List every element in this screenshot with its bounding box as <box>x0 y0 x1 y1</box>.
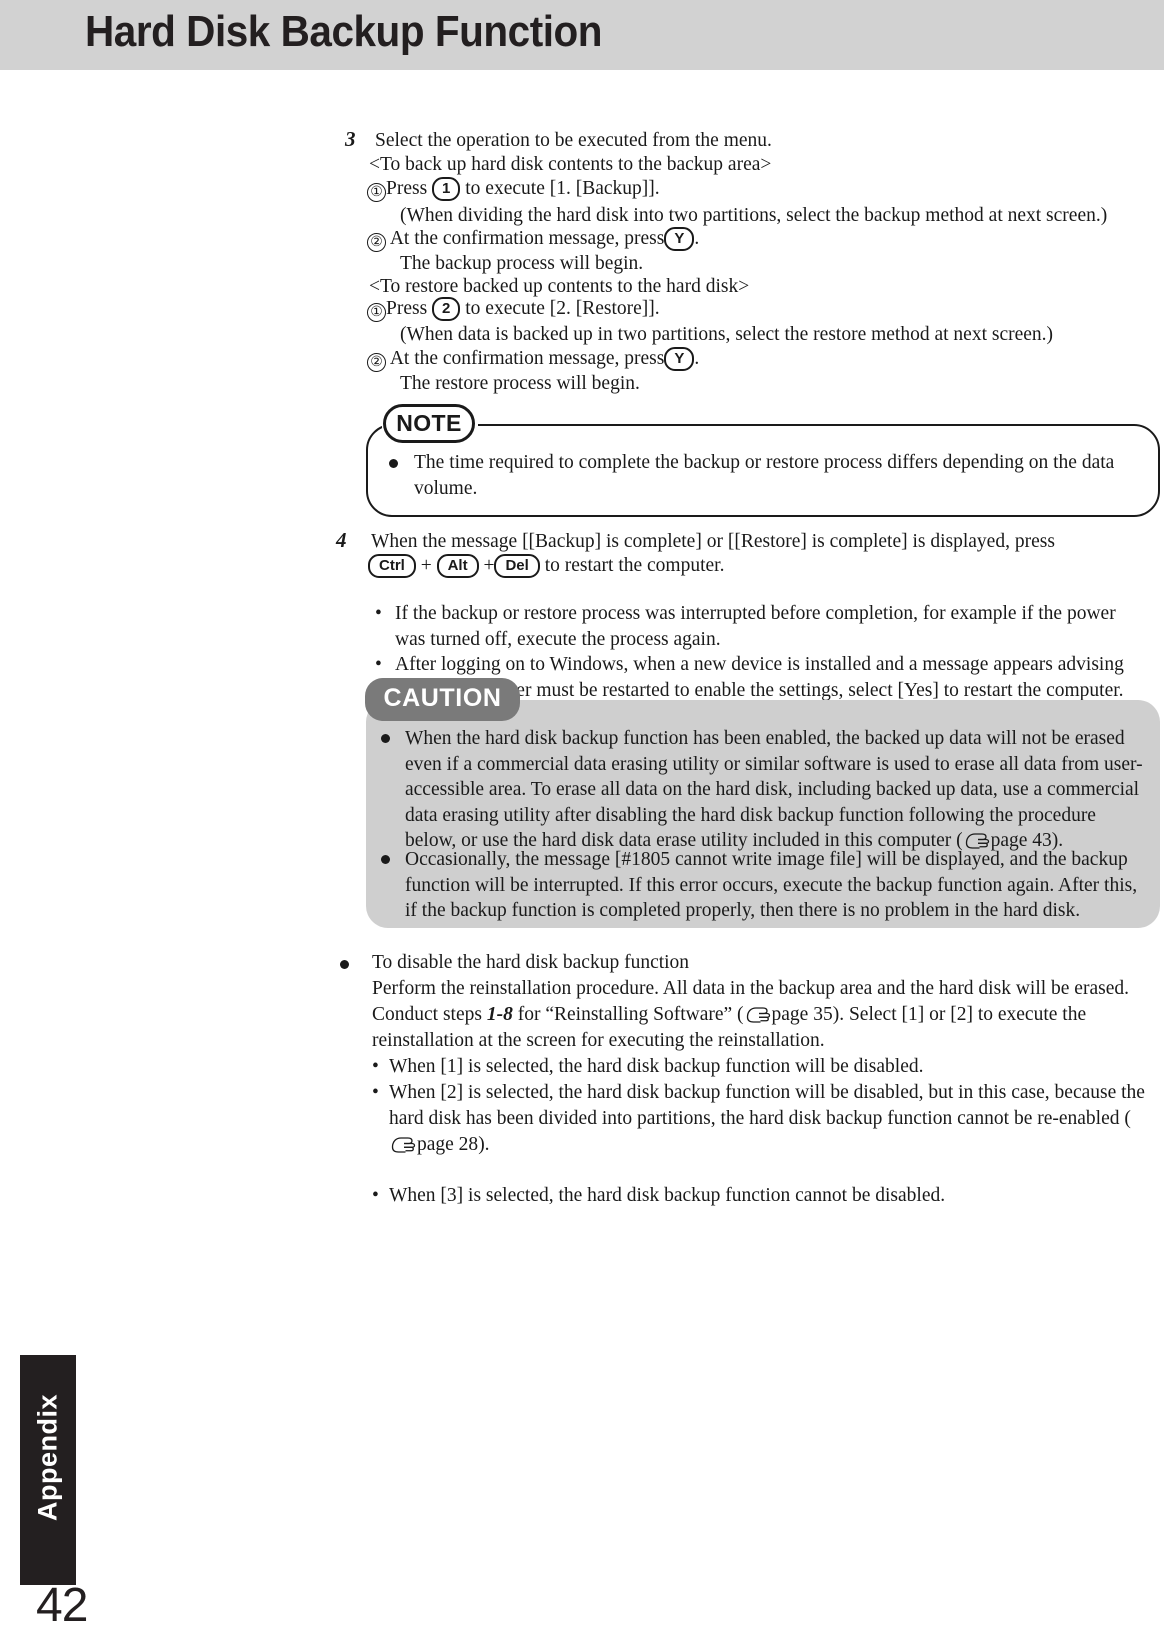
step-4-bullet-1-text: If the backup or restore process was int… <box>395 603 1116 650</box>
disable-section-line-1: Perform the reinstallation procedure. Al… <box>372 978 1129 999</box>
bullet-icon <box>381 855 390 864</box>
disable-sub-bullet-2-text: When [2] is selected, the hard disk back… <box>389 1082 1145 1129</box>
caution-tab-label: CAUTION <box>365 678 520 721</box>
disable-sub-bullet-2-pageref[interactable]: page 28 <box>417 1134 478 1155</box>
note-bullet-1: The time required to complete the backup… <box>389 450 1144 502</box>
dot-bullet-icon: • <box>375 654 382 675</box>
disable-sub-bullet-3: • When [3] is selected, the hard disk ba… <box>372 1183 1150 1209</box>
plus-sign: + <box>420 555 432 576</box>
key-cap-ctrl[interactable]: Ctrl <box>368 554 416 578</box>
circled-number-1: ① <box>367 183 386 202</box>
key-cap-del[interactable]: Del <box>494 554 540 578</box>
step-4-bullet-1: • If the backup or restore process was i… <box>375 601 1145 653</box>
step-3-g1-item-1-pre: Press <box>386 178 428 199</box>
circled-number-1: ① <box>367 303 386 322</box>
pointing-hand-icon <box>745 1006 771 1023</box>
disable-sub-bullet-1: • When [1] is selected, the hard disk ba… <box>372 1054 1150 1080</box>
note-bullet-1-text: The time required to complete the backup… <box>414 452 1115 499</box>
step-4-number: 4 <box>336 528 347 552</box>
page-number: 42 <box>36 1579 88 1632</box>
step-3-g1-item-1-post: to execute [1. [Backup]]. <box>465 178 660 199</box>
disable-section-line-2a: Conduct steps <box>372 1004 487 1025</box>
step-3-g2-item-2-sub: The restore process will begin. <box>400 373 640 394</box>
bullet-icon <box>389 459 398 468</box>
step-3-g2-item-1: ① Press 2 to execute [2. [Restore]]. <box>367 296 660 322</box>
disable-sub-bullet-3-text: When [3] is selected, the hard disk back… <box>389 1185 946 1206</box>
caution-bullet-1: When the hard disk backup function has b… <box>381 726 1151 854</box>
plus-sign: + <box>483 555 495 576</box>
key-cap-y[interactable]: Y <box>664 227 695 251</box>
disable-sub-bullet-1-text: When [1] is selected, the hard disk back… <box>389 1056 924 1077</box>
disable-section-pageref[interactable]: page 35 <box>772 1004 833 1025</box>
dot-bullet-icon: • <box>372 1056 379 1077</box>
step-3-group-1-heading: <To back up hard disk contents to the ba… <box>369 154 772 175</box>
caution-bullet-2: Occasionally, the message [#1805 cannot … <box>381 847 1151 924</box>
key-cap-1[interactable]: 1 <box>432 177 461 201</box>
appendix-side-tab: Appendix <box>20 1355 76 1585</box>
step-3-g1-item-2-post: . <box>694 228 700 249</box>
step-3-g2-item-1-post: to execute [2. [Restore]]. <box>465 298 660 319</box>
bullet-icon <box>340 960 349 969</box>
dot-bullet-icon: • <box>375 603 382 624</box>
disable-section: To disable the hard disk backup function… <box>340 950 1150 1206</box>
step-4-line-2-tail: to restart the computer. <box>544 555 725 576</box>
step-3-intro: Select the operation to be executed from… <box>375 130 772 151</box>
step-3-g1-item-2-pre: At the confirmation message, press <box>389 228 665 249</box>
disable-sub-bullet-2: • When [2] is selected, the hard disk ba… <box>372 1080 1154 1158</box>
disable-section-steps-range: 1-8 <box>486 1004 513 1025</box>
key-cap-y[interactable]: Y <box>664 347 695 371</box>
step-3-g2-item-2-pre: At the confirmation message, press <box>389 348 665 369</box>
step-4-key-combo: Ctrl + Alt + Del to restart the computer. <box>368 551 724 581</box>
disable-section-line-2b: for “Reinstalling Software” ( <box>512 1004 744 1025</box>
disable-sub-bullet-2-text-b: ). <box>478 1134 490 1155</box>
step-3-number: 3 <box>345 127 356 151</box>
key-cap-alt[interactable]: Alt <box>436 554 479 578</box>
step-3-g2-item-1-pre: Press <box>386 298 428 319</box>
bullet-icon <box>381 734 390 743</box>
caution-bullet-2-text: Occasionally, the message [#1805 cannot … <box>405 849 1138 921</box>
circled-number-2: ② <box>367 353 386 372</box>
step-3-g2-item-1-sub: (When data is backed up in two partition… <box>400 324 1054 345</box>
appendix-tab-label: Appendix <box>32 1394 63 1522</box>
step-3-g2-item-2-post: . <box>694 348 700 369</box>
key-cap-2[interactable]: 2 <box>432 297 461 321</box>
step-3-g1-item-2: ② At the confirmation message, press Y. <box>367 226 699 252</box>
dot-bullet-icon: • <box>372 1185 379 1206</box>
note-tab-label: NOTE <box>383 404 475 443</box>
step-3-g1-item-1: ① Press 1 to execute [1. [Backup]]. <box>367 176 660 202</box>
step-3-g2-item-2: ② At the confirmation message, press Y. <box>367 346 699 372</box>
dot-bullet-icon: • <box>372 1082 379 1103</box>
disable-section-title: To disable the hard disk backup function <box>372 952 690 973</box>
pointing-hand-icon <box>390 1136 416 1153</box>
circled-number-2: ② <box>367 233 386 252</box>
